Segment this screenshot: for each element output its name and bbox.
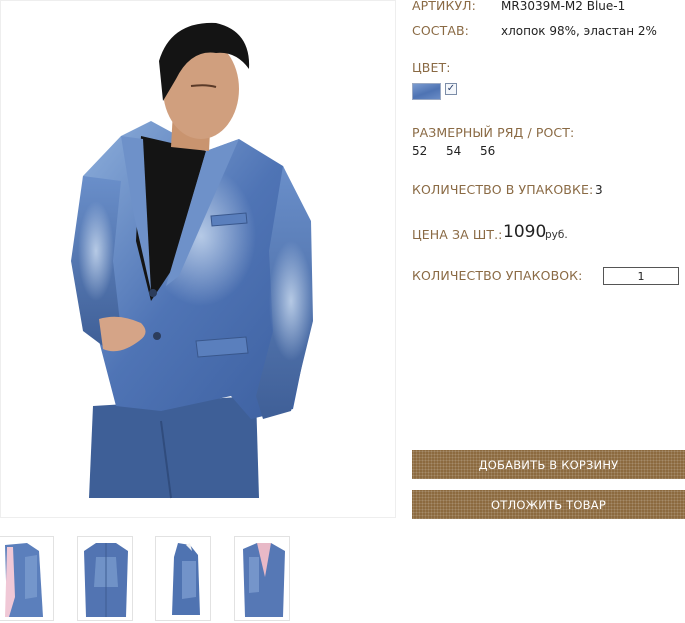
size-54: 54 — [446, 144, 462, 158]
add-to-cart-button[interactable]: ДОБАВИТЬ В КОРЗИНУ — [412, 450, 685, 479]
main-product-image[interactable] — [0, 0, 396, 518]
packs-count-input[interactable] — [603, 267, 679, 285]
color-label: ЦВЕТ: — [412, 60, 451, 75]
size-56: 56 — [480, 144, 496, 158]
product-page: АРТИКУЛ: MR3039M-M2 Blue-1 СОСТАВ: хлопо… — [0, 0, 685, 623]
thumbnail-back[interactable] — [77, 536, 133, 621]
thumbnail-side[interactable] — [155, 536, 211, 621]
thumbnail-front[interactable] — [0, 536, 54, 621]
article-value: MR3039M-M2 Blue-1 — [501, 0, 626, 13]
price-value: 1090 — [503, 222, 547, 242]
composition-label: СОСТАВ: — [412, 23, 469, 38]
price-unit: руб. — [545, 229, 568, 241]
article-label: АРТИКУЛ: — [412, 0, 476, 13]
pack-quantity-value: 3 — [595, 183, 603, 197]
color-swatch-blue[interactable] — [412, 83, 441, 100]
size-52: 52 — [412, 144, 428, 158]
price-label: ЦЕНА ЗА ШТ.: — [412, 227, 503, 242]
postpone-item-button[interactable]: ОТЛОЖИТЬ ТОВАР — [412, 490, 685, 519]
thumbnail-model[interactable] — [234, 536, 290, 621]
color-selected-checkbox[interactable]: ✓ — [445, 83, 457, 95]
pack-quantity-label: КОЛИЧЕСТВО В УПАКОВКЕ: — [412, 182, 594, 197]
packs-count-label: КОЛИЧЕСТВО УПАКОВОК: — [412, 268, 583, 283]
sizes-label: РАЗМЕРНЫЙ РЯД / РОСТ: — [412, 125, 575, 140]
composition-value: хлопок 98%, эластан 2% — [501, 24, 657, 38]
